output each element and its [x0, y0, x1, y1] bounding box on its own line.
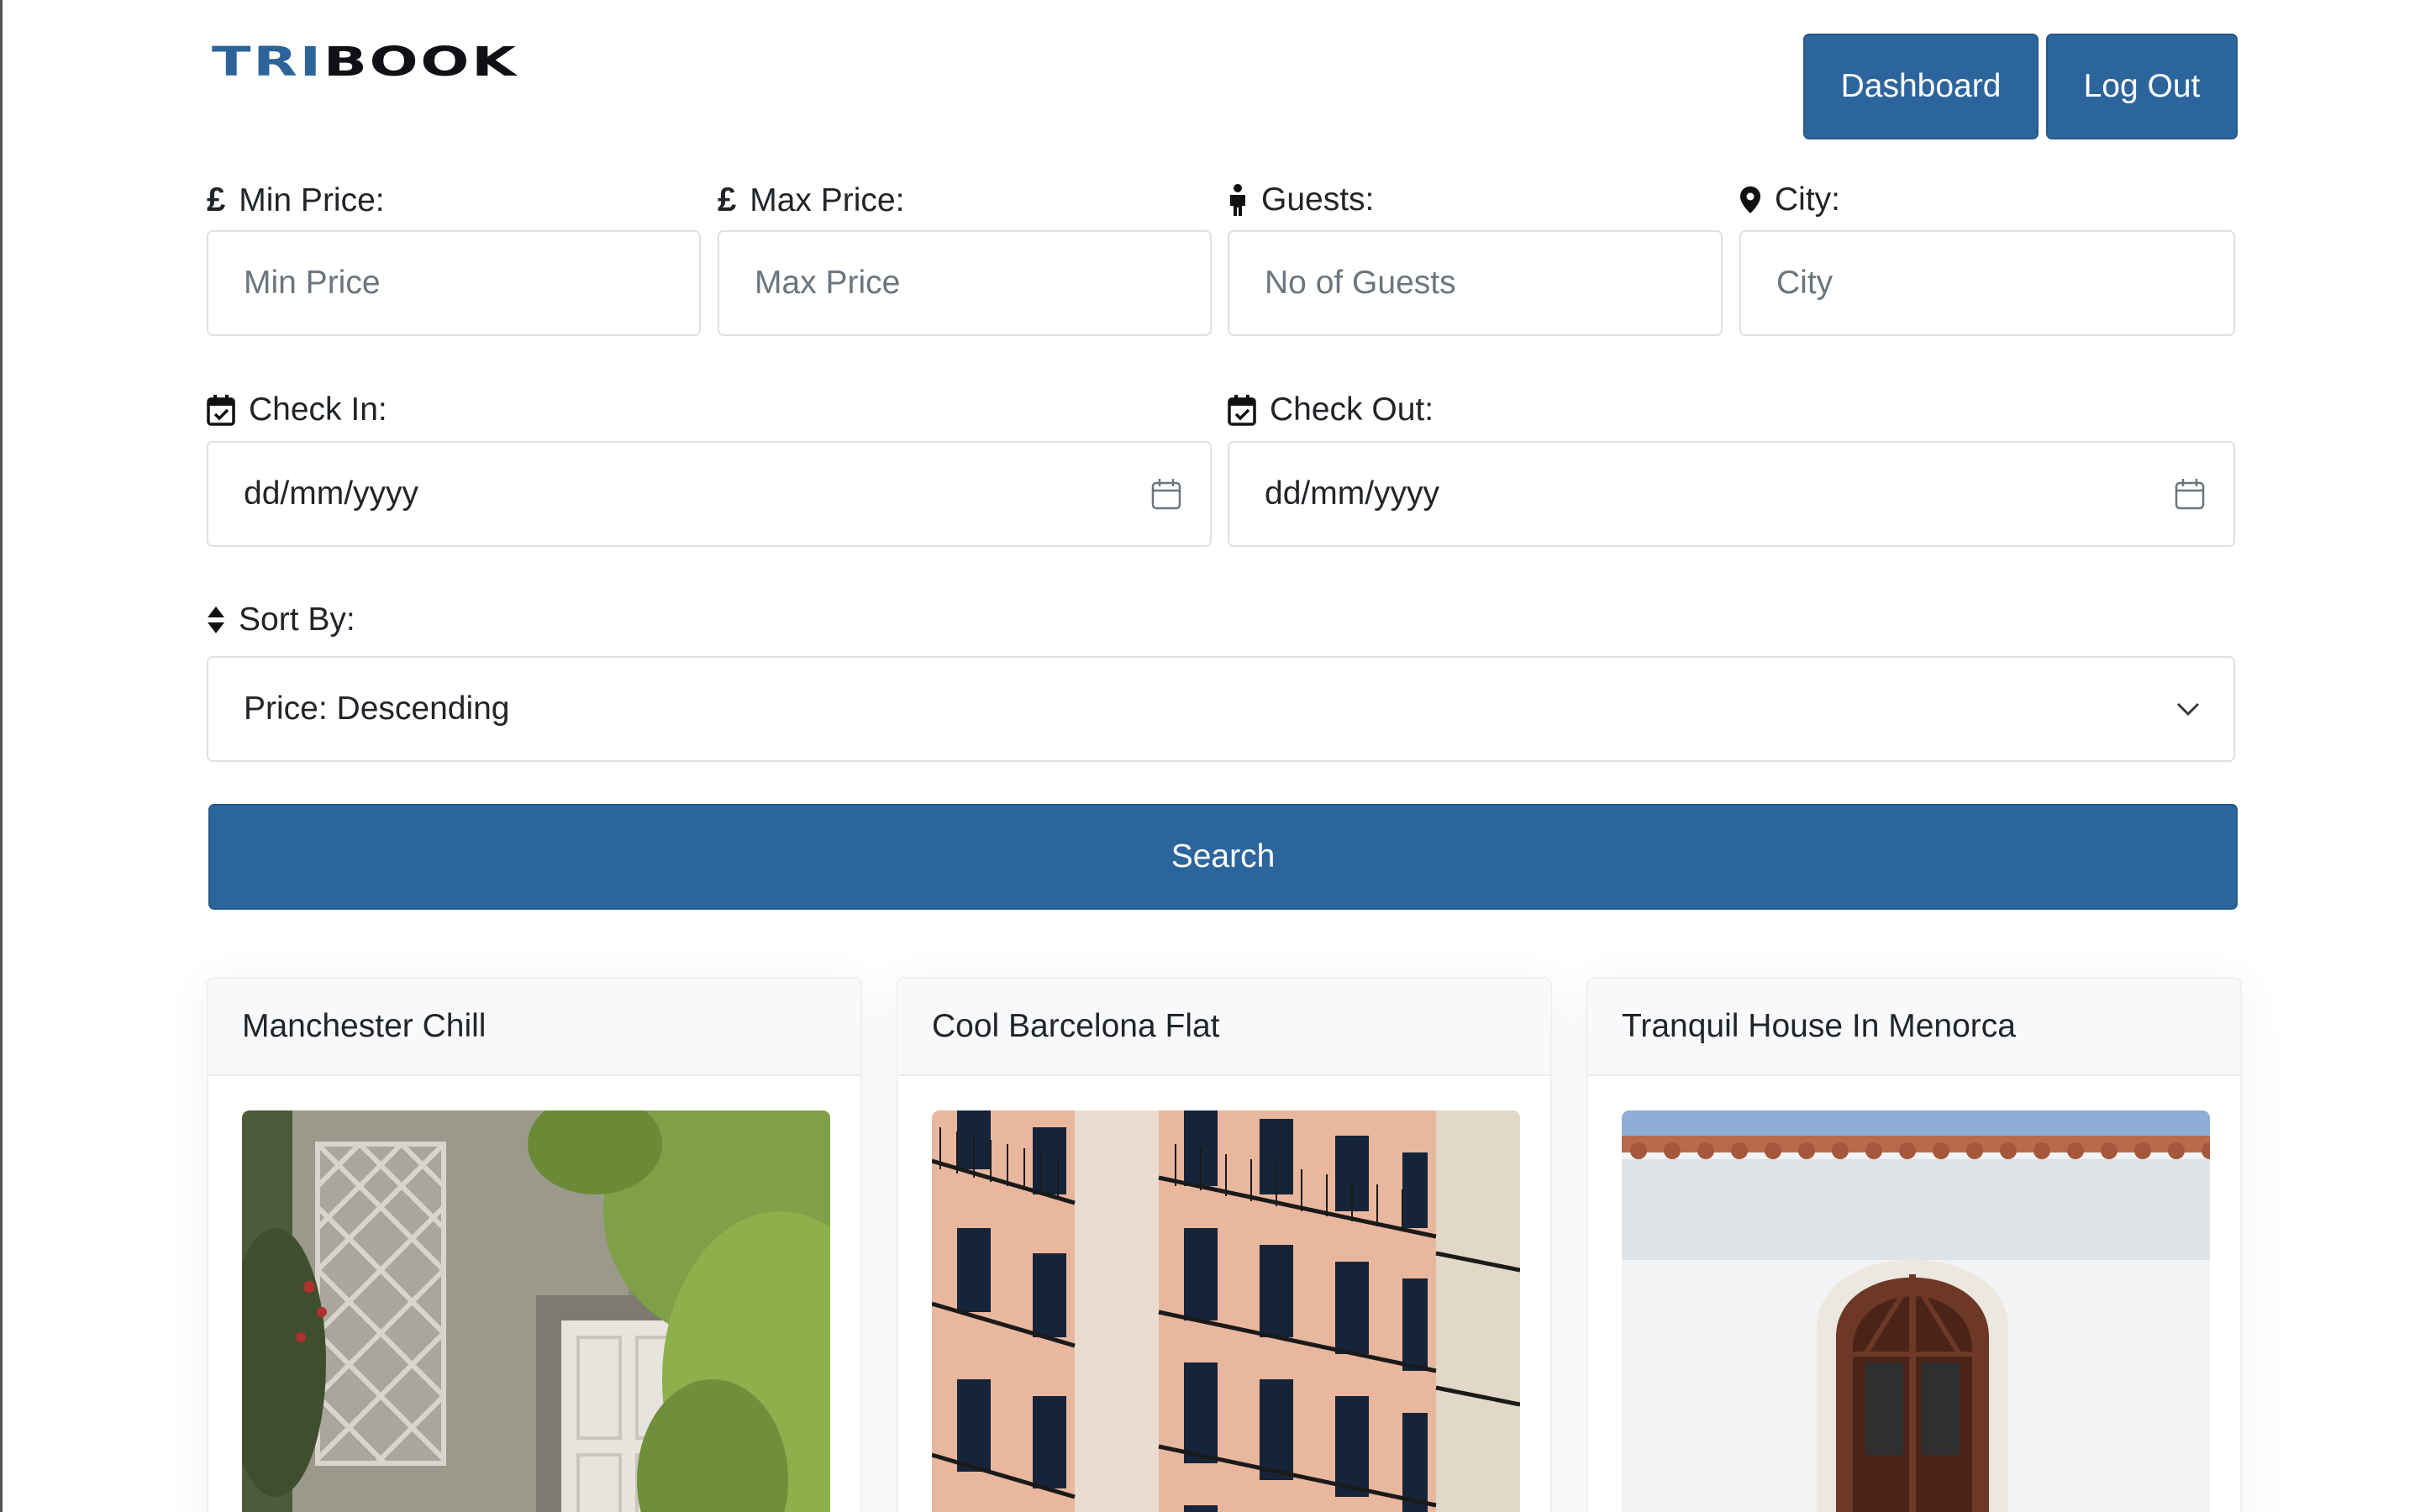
calendar-check-icon: [207, 394, 235, 426]
sort-icon: [207, 606, 225, 634]
page: TRIBOOK Dashboard Log Out £ Min Price: £…: [0, 0, 2420, 1512]
max-price-label-text: Max Price:: [750, 181, 905, 218]
check-in-date-input[interactable]: dd/mm/yyyy: [207, 441, 1212, 547]
min-price-label-text: Min Price:: [239, 181, 385, 218]
max-price-placeholder: Max Price: [755, 265, 901, 301]
sort-by-selected-value: Price: Descending: [244, 690, 510, 727]
listing-card[interactable]: Manchester Chill: [207, 977, 862, 1512]
person-icon: [1228, 183, 1248, 216]
check-out-label: Check Out:: [1228, 393, 1434, 426]
check-in-date-value: dd/mm/yyyy: [244, 475, 419, 512]
calendar-check-icon: [1228, 394, 1256, 426]
check-in-label-text: Check In:: [249, 391, 387, 428]
pound-icon: £: [207, 181, 226, 218]
max-price-input[interactable]: Max Price: [718, 230, 1212, 336]
listing-photo-stone-wall-door[interactable]: [242, 1110, 830, 1512]
sort-by-label: Sort By:: [207, 603, 355, 636]
listing-card[interactable]: Tranquil House In Menorca: [1586, 977, 2242, 1512]
dashboard-button[interactable]: Dashboard: [1803, 34, 2039, 139]
calendar-picker-icon[interactable]: [1151, 478, 1181, 510]
min-price-label: £ Min Price:: [207, 183, 385, 217]
listing-photo-white-house-arched-door[interactable]: [1622, 1110, 2210, 1512]
max-price-label: £ Max Price:: [718, 183, 904, 217]
sort-by-select[interactable]: Price: Descending: [207, 656, 2235, 762]
check-in-label: Check In:: [207, 393, 387, 426]
listing-card-header: Manchester Chill: [208, 979, 860, 1076]
min-price-input[interactable]: Min Price: [207, 230, 701, 336]
header: TRIBOOK Dashboard Log Out: [208, 34, 2238, 139]
city-placeholder: City: [1776, 265, 1833, 301]
listing-card[interactable]: Cool Barcelona Flat: [897, 977, 1552, 1512]
check-out-date-input[interactable]: dd/mm/yyyy: [1228, 441, 2235, 547]
map-pin-icon: [1739, 186, 1761, 214]
listing-card-header: Tranquil House In Menorca: [1588, 979, 2240, 1076]
listing-card-header: Cool Barcelona Flat: [898, 979, 1550, 1076]
brand-logo-part1: TRI: [212, 39, 324, 86]
city-input[interactable]: City: [1739, 230, 2235, 336]
brand-logo-part2: BOOK: [323, 39, 518, 86]
listing-title[interactable]: Manchester Chill: [242, 1008, 486, 1045]
guests-input[interactable]: No of Guests: [1228, 230, 1723, 336]
min-price-placeholder: Min Price: [244, 265, 381, 301]
search-button[interactable]: Search: [208, 804, 2238, 910]
brand-logo[interactable]: TRIBOOK: [212, 42, 518, 82]
listing-title[interactable]: Tranquil House In Menorca: [1622, 1008, 2016, 1045]
guests-label: Guests:: [1228, 183, 1374, 216]
listing-photo-apartment-balconies[interactable]: [932, 1110, 1520, 1512]
chevron-down-icon: [2176, 701, 2200, 717]
sort-by-label-text: Sort By:: [239, 601, 355, 638]
guests-placeholder: No of Guests: [1265, 265, 1456, 301]
logout-button[interactable]: Log Out: [2046, 34, 2238, 139]
guests-label-text: Guests:: [1261, 181, 1375, 218]
pound-icon: £: [718, 181, 737, 218]
check-out-label-text: Check Out:: [1270, 391, 1434, 428]
listing-title[interactable]: Cool Barcelona Flat: [932, 1008, 1220, 1045]
city-label: City:: [1739, 183, 1840, 216]
city-label-text: City:: [1775, 181, 1840, 218]
check-out-date-value: dd/mm/yyyy: [1265, 475, 1440, 512]
calendar-picker-icon[interactable]: [2175, 478, 2205, 510]
